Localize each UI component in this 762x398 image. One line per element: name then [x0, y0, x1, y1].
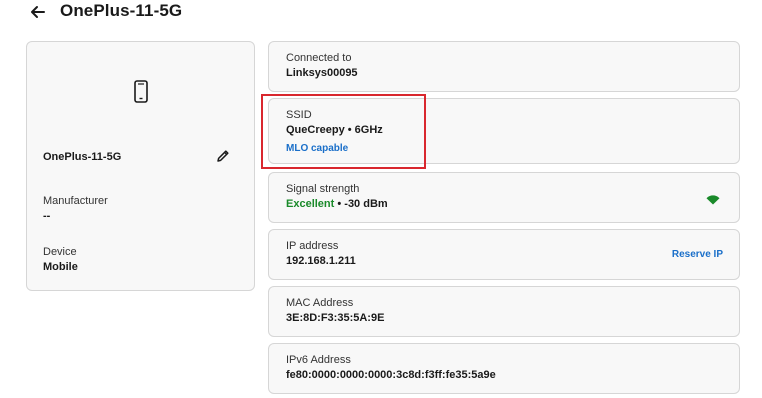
- signal-strength-card: Signal strength Excellent • -30 dBm: [268, 172, 740, 223]
- mac-address-value: 3E:8D:F3:35:5A:9E: [286, 312, 385, 324]
- signal-quality: Excellent: [286, 198, 335, 210]
- device-card: OnePlus-11-5G Manufacturer -- Device Mob…: [26, 41, 255, 291]
- ip-address-card: IP address 192.168.1.211 Reserve IP: [268, 229, 740, 280]
- device-name: OnePlus-11-5G: [43, 151, 122, 163]
- back-button[interactable]: [28, 2, 48, 22]
- smartphone-icon: [131, 79, 151, 105]
- arrow-left-icon: [28, 2, 48, 22]
- connected-to-value: Linksys00095: [286, 67, 358, 79]
- signal-strength-value: Excellent • -30 dBm: [286, 198, 388, 210]
- wifi-icon: [706, 192, 720, 205]
- ipv6-address-card: IPv6 Address fe80:0000:0000:0000:3c8d:f3…: [268, 343, 740, 394]
- mlo-capable-link[interactable]: MLO capable: [286, 143, 348, 154]
- manufacturer-label: Manufacturer: [43, 195, 108, 207]
- signal-detail: • -30 dBm: [334, 198, 388, 210]
- connected-to-label: Connected to: [286, 52, 352, 64]
- connected-to-card: Connected to Linksys00095: [268, 41, 740, 92]
- manufacturer-value: --: [43, 210, 51, 222]
- reserve-ip-button[interactable]: Reserve IP: [672, 249, 723, 260]
- mac-address-label: MAC Address: [286, 297, 354, 309]
- ssid-card: SSID QueCreepy • 6GHz MLO capable: [268, 98, 740, 164]
- ssid-label: SSID: [286, 109, 312, 121]
- ipv6-address-value: fe80:0000:0000:0000:3c8d:f3ff:fe35:5a9e: [286, 369, 496, 381]
- ipv6-address-label: IPv6 Address: [286, 354, 351, 366]
- ip-address-label: IP address: [286, 240, 339, 252]
- pencil-icon[interactable]: [215, 148, 231, 164]
- device-type-label: Device: [43, 246, 77, 258]
- ssid-value: QueCreepy • 6GHz: [286, 124, 383, 136]
- mac-address-card: MAC Address 3E:8D:F3:35:5A:9E: [268, 286, 740, 337]
- page-title: OnePlus-11-5G: [60, 1, 183, 20]
- signal-strength-label: Signal strength: [286, 183, 360, 195]
- device-type-value: Mobile: [43, 261, 78, 273]
- ip-address-value: 192.168.1.211: [286, 255, 356, 267]
